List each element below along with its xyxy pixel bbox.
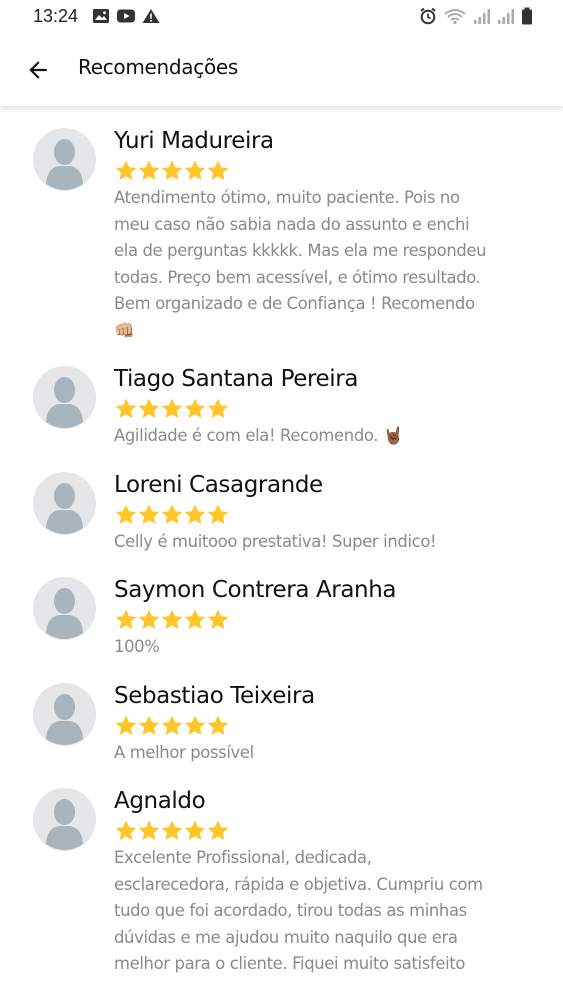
avatar: [33, 682, 96, 746]
review-item: Tiago Santana Pereira Agilidade é com ela…: [0, 364, 563, 450]
star-icon: [207, 715, 229, 735]
youtube-icon: [117, 9, 135, 23]
star-icon: [138, 504, 160, 524]
star-icon: [115, 609, 137, 629]
star-icon: [184, 160, 206, 180]
signal-icon: [474, 9, 490, 24]
reviewer-name: Sebastiao Teixeira: [114, 682, 315, 709]
review-item: Yuri Madureira Atendimento ótimo, muito p…: [0, 126, 563, 344]
star-icon: [138, 820, 160, 840]
rating-stars: [114, 607, 533, 633]
review-comment: Celly é muitooo prestativa! Super indico…: [114, 531, 437, 551]
review-item: Agnaldo Excelente Profissional, dedicada,…: [0, 786, 563, 978]
signal-icon: [498, 9, 514, 24]
review-comment: 100%: [114, 637, 160, 656]
warning-icon: [142, 9, 160, 23]
star-icon: [115, 820, 137, 840]
status-left-icons: [92, 8, 160, 24]
status-bar: 13:24: [0, 0, 563, 34]
star-icon: [184, 715, 206, 735]
star-icon: [138, 609, 160, 629]
rating-stars: [114, 502, 533, 528]
review-comment: A melhor possível: [114, 742, 254, 762]
star-icon: [115, 160, 137, 180]
star-icon: [184, 504, 206, 524]
star-icon: [184, 609, 206, 629]
app-bar: Recomendações: [0, 34, 563, 106]
review-comment: Atendimento ótimo, muito paciente. Pois …: [114, 188, 487, 340]
star-icon: [184, 820, 206, 840]
star-icon: [207, 609, 229, 629]
reviewer-name: Loreni Casagrande: [114, 471, 323, 498]
avatar: [33, 471, 96, 535]
default-user-icon: [33, 471, 96, 535]
star-icon: [161, 609, 183, 629]
rating-stars: [114, 158, 533, 184]
avatar: [33, 788, 96, 851]
star-icon: [161, 504, 183, 524]
default-user-icon: [33, 577, 96, 640]
default-user-icon: [33, 128, 96, 191]
default-user-icon: [33, 788, 96, 851]
alarm-icon: [420, 7, 436, 25]
battery-icon: [522, 7, 532, 25]
default-user-icon: [33, 682, 96, 746]
star-icon: [138, 160, 160, 180]
star-icon: [161, 820, 183, 840]
avatar: [33, 577, 96, 640]
rating-stars: [114, 396, 533, 422]
avatar: [33, 128, 96, 191]
rating-stars: [114, 818, 533, 844]
status-right-icons: [419, 7, 533, 25]
star-icon: [207, 160, 229, 180]
review-item: Loreni Casagrande Celly é muitooo prestat…: [0, 470, 563, 556]
star-icon: [138, 715, 160, 735]
review-item: Sebastiao Teixeira A melhor possível: [0, 681, 563, 767]
star-icon: [138, 398, 160, 418]
star-icon: [161, 715, 183, 735]
back-button[interactable]: [22, 54, 54, 86]
star-icon: [161, 398, 183, 418]
star-icon: [207, 504, 229, 524]
image-icon: [93, 9, 109, 23]
star-icon: [115, 504, 137, 524]
rating-stars: [114, 713, 533, 739]
star-icon: [115, 715, 137, 735]
review-comment: Excelente Profissional, dedicada, esclar…: [114, 848, 483, 973]
wifi-icon: [444, 9, 466, 25]
reviewer-name: Agnaldo: [114, 788, 206, 814]
status-time: 13:24: [33, 6, 79, 26]
star-icon: [161, 160, 183, 180]
star-icon: [207, 820, 229, 840]
page-title: Recomendações: [78, 55, 239, 79]
reviewer-name: Tiago Santana Pereira: [114, 366, 359, 392]
reviewer-name: Yuri Madureira: [114, 128, 274, 154]
review-comment: Agilidade é com ela! Recomendo. 🤘🏾: [114, 426, 404, 445]
review-item: Saymon Contrera Aranha 100%: [0, 575, 563, 661]
review-list[interactable]: Yuri Madureira Atendimento ótimo, muito p…: [0, 106, 563, 1000]
default-user-icon: [33, 366, 96, 429]
reviewer-name: Saymon Contrera Aranha: [114, 577, 397, 603]
star-icon: [115, 398, 137, 418]
avatar: [33, 366, 96, 429]
arrow-back-icon: [29, 61, 47, 79]
star-icon: [207, 398, 229, 418]
star-icon: [184, 398, 206, 418]
